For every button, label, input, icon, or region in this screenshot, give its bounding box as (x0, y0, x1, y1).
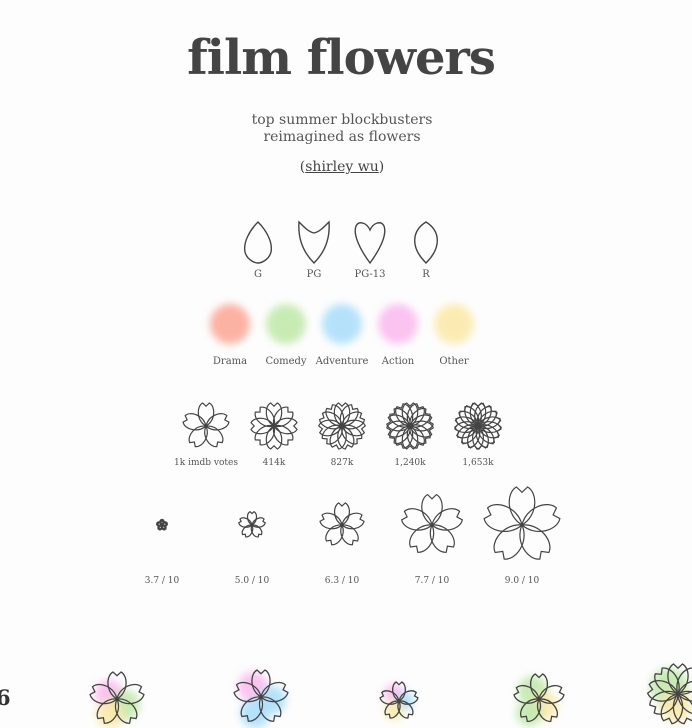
score-flower-icon (155, 518, 169, 531)
score-label: 6.3 / 10 (324, 576, 360, 586)
petal-teardrop-icon (243, 221, 273, 264)
petal-leaf-icon (414, 221, 438, 264)
flower-petal (392, 681, 406, 702)
score-label: 3.7 / 10 (144, 576, 180, 586)
rating-label-r: R (422, 269, 430, 280)
votes-flower-icon (386, 402, 434, 450)
score-flower-icon (401, 493, 463, 553)
petal-heart-icon (354, 222, 386, 265)
row-number-fragment: 6 (0, 685, 11, 710)
flower-petal (530, 673, 548, 700)
flower-petal (483, 504, 523, 533)
genre-label-other: Other (439, 356, 469, 367)
votes-flower-icon (182, 402, 230, 448)
score-flower-icon (483, 486, 561, 560)
flower-petal (421, 493, 443, 526)
film-flower-icon (646, 663, 692, 725)
score-flower-icon (319, 502, 365, 546)
author-credit: (shirley wu) (0, 159, 684, 175)
flower-petal (251, 669, 271, 698)
score-label: 5.0 / 10 (234, 576, 270, 586)
subtitle-line-2: reimagined as flowers (263, 129, 421, 145)
film-flower-icon (513, 673, 565, 723)
subtitle-line-1: top summer blockbusters (251, 112, 433, 128)
flower-petal (521, 504, 561, 533)
author-link[interactable]: shirley wu (305, 159, 379, 175)
genre-color-comedy (266, 304, 306, 344)
flower-petal (334, 502, 350, 526)
score-label: 7.7 / 10 (414, 576, 450, 586)
genre-color-action (378, 304, 418, 344)
flower-petal (155, 521, 164, 527)
genre-color-drama (210, 304, 250, 344)
votes-label: 1,653k (462, 458, 494, 468)
author-close-paren: ) (378, 159, 385, 175)
flower-petal (333, 402, 351, 427)
page-subtitle: top summer blockbusters reimagined as fl… (0, 112, 684, 146)
film-flower-icon (379, 681, 419, 719)
genre-color-adventure (322, 304, 362, 344)
votes-flower-icon (454, 402, 502, 450)
film-flower-icon (89, 671, 145, 724)
page-title: film flowers (187, 30, 496, 86)
film-flower-icon (233, 669, 289, 722)
flower-petal (508, 486, 536, 526)
petal-notched-icon (298, 220, 330, 264)
flower-petal (107, 671, 127, 700)
genre-color-other (434, 304, 474, 344)
votes-flower-icon (318, 402, 366, 450)
flower-petal (197, 402, 215, 427)
flower-petal (246, 510, 258, 526)
votes-flower-icon (250, 402, 298, 450)
score-label: 9.0 / 10 (504, 576, 540, 586)
score-flower-icon (238, 510, 266, 538)
